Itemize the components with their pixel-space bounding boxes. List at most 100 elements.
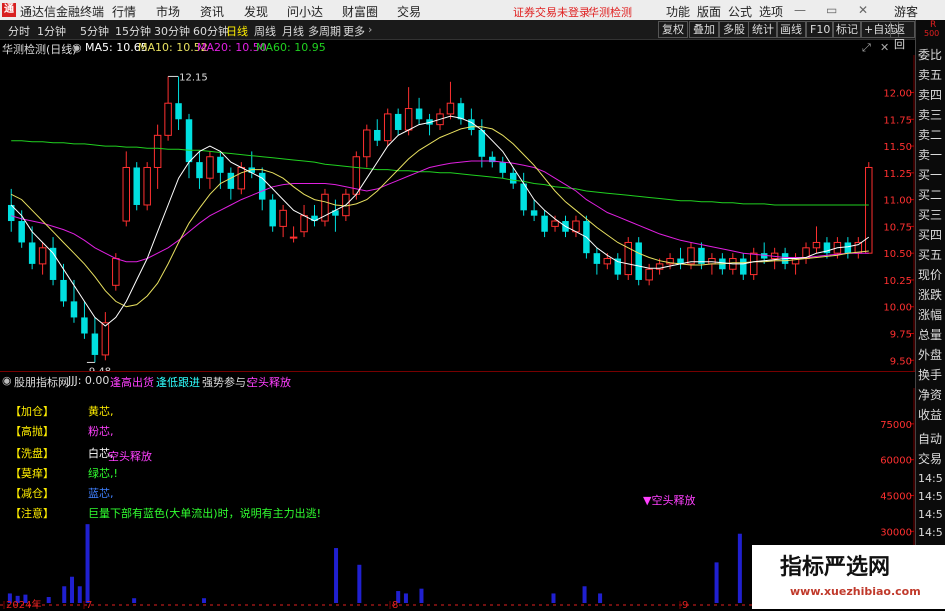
candle-body-down (394, 113, 402, 130)
rpanel-time-2: 14:5 (918, 508, 943, 521)
menu-item-market-center[interactable]: 市场 (156, 3, 180, 20)
volume-bar (737, 533, 742, 603)
panel-close-icon[interactable]: ✕ (880, 41, 889, 54)
candle-body-up (164, 102, 172, 136)
menu-item-function[interactable]: 功能 (666, 3, 690, 20)
price-tick-label: 10.75 (883, 222, 912, 233)
volume-bar (85, 524, 90, 603)
candle-body-up (237, 166, 246, 190)
menu-item-trade[interactable]: 交易 (397, 3, 421, 20)
rpanel-label-6: 买一 (918, 168, 943, 182)
period-30min[interactable]: 30分钟 (154, 23, 190, 39)
chevron-right-icon[interactable]: › (368, 23, 372, 36)
watermark-banner: 指标严选网 www.xuezhibiao.com (752, 545, 945, 609)
period-more[interactable]: 更多 (343, 23, 365, 39)
price-tick-label: 12.00 (883, 88, 912, 99)
candle-body-down (457, 103, 465, 120)
rpanel-label-1: 卖五 (918, 68, 943, 82)
volume-tick-label: 45000 (880, 492, 912, 503)
rpanel-time-0: 14:5 (918, 472, 943, 485)
menu-item-community[interactable]: 财富圈 (342, 3, 378, 20)
rpanel-label-20[interactable]: 交易 (918, 450, 942, 467)
expand-icon[interactable]: ⤢ (862, 41, 871, 55)
indicator-header: ◉ 股朋指标网 JJJ: 0.00 逢高出货 逢低跟进 强势参与: 空头释放 (0, 371, 915, 389)
menu-item-formula[interactable]: 公式 (728, 3, 752, 20)
candle-body-down (91, 333, 99, 355)
candle-body-up (812, 241, 821, 249)
price-tick-label: 11.75 (883, 115, 912, 126)
price-tick-label: 11.00 (883, 196, 912, 207)
candle-body-up (749, 252, 758, 276)
period-weekly[interactable]: 周线 (254, 23, 276, 39)
rpanel-label-5: 卖一 (918, 148, 943, 162)
multi-stock-button[interactable]: 多股 (719, 21, 749, 38)
menu-item-discover[interactable]: 发现 (244, 3, 268, 20)
login-notice[interactable]: 证券交易未登录 (513, 4, 590, 20)
menu-item-market[interactable]: 行情 (112, 3, 136, 20)
high-marker-label: 12.15 (179, 72, 208, 83)
candle-body-down (415, 108, 423, 120)
draw-button[interactable]: 画线 (776, 21, 806, 38)
user-label[interactable]: 游客 (894, 3, 918, 20)
date-label: 2024年 (6, 598, 41, 609)
volume-bar (62, 586, 67, 603)
close-icon[interactable]: ✕ (858, 3, 868, 17)
period-60min[interactable]: 60分钟 (193, 23, 229, 39)
rpanel-label-16: 换手 (918, 368, 943, 382)
candle-body-up (551, 220, 559, 227)
volume-bar (419, 588, 424, 603)
date-label: 7 (86, 600, 92, 609)
menu-item-news[interactable]: 资讯 (200, 3, 224, 20)
restore-icon[interactable]: ▭ (826, 3, 837, 17)
price-tick-label: 11.25 (883, 169, 912, 180)
menu-item-layout[interactable]: 版面 (697, 3, 721, 20)
menu-item-ask[interactable]: 问小达 (287, 3, 323, 20)
overlay-button[interactable]: 叠加 (689, 21, 719, 38)
back-button[interactable]: 返回 (890, 21, 915, 51)
candle-body-down (227, 172, 235, 189)
rpanel-label-7: 买二 (918, 188, 943, 202)
stats-button[interactable]: 统计 (748, 21, 778, 38)
price-tick-label: 10.25 (883, 276, 912, 287)
volume-bar (334, 548, 339, 603)
price-tick-label: 11.50 (883, 142, 912, 153)
rpanel-label-8: 买三 (918, 208, 943, 222)
ma60-label: MA60: 10.95 (256, 41, 326, 54)
candle-body-up (383, 113, 392, 142)
minimize-icon[interactable]: — (794, 3, 806, 17)
rpanel-label-13: 涨幅 (918, 308, 943, 322)
period-5min[interactable]: 5分钟 (80, 23, 109, 39)
candle-body-down (133, 167, 140, 205)
volume-bar (403, 593, 408, 603)
indicator-settings-icon[interactable]: ◉ (2, 374, 12, 387)
candle-body-up (603, 258, 612, 265)
quote-side-panel: R 500 委比 卖五 卖四 卖三 卖二 卖一 买一 买二 买三 买四 买五 现价 涨跌 涨幅 总量 外盘 换手… (915, 20, 945, 611)
period-multi[interactable]: 多周期 (308, 23, 341, 39)
rpanel-label-19[interactable]: 自动 (918, 430, 942, 447)
settings-dot-icon[interactable]: ◉ (72, 41, 82, 54)
menu-item-options[interactable]: 选项 (759, 3, 783, 20)
candle-body-up (289, 236, 298, 239)
rpanel-label-14: 总量 (918, 328, 943, 342)
indicator-jjj: JJJ: 0.00 (68, 374, 110, 387)
candle-body-up (122, 166, 131, 222)
candle-body-up (446, 102, 455, 115)
f10-button[interactable]: F10 (806, 21, 835, 38)
candle-body-up (865, 166, 873, 254)
rpanel-time-1: 14:5 (918, 490, 943, 503)
period-15min[interactable]: 15分钟 (115, 23, 151, 39)
volume-bar (582, 586, 587, 603)
candlestick-chart[interactable]: 12.00 11.75 11.50 11.25 11.00 10.75 10.50 10.25… (0, 55, 915, 371)
period-monthly[interactable]: 月线 (282, 23, 304, 39)
period-tick[interactable]: 分时 (8, 23, 30, 39)
adjust-button[interactable]: 复权 (658, 21, 688, 38)
period-toolbar: 分时 1分钟 5分钟 15分钟 30分钟 60分钟 日线 周线 月线 多周期 更… (0, 20, 915, 51)
candle-body-down (175, 103, 182, 120)
candle-body-down (374, 129, 381, 141)
candle-body-down (844, 242, 852, 254)
mark-button[interactable]: 标记 (832, 21, 862, 38)
period-1min[interactable]: 1分钟 (37, 23, 66, 39)
period-daily[interactable]: 日线 (226, 23, 248, 39)
candle-body-up (101, 322, 110, 356)
rpanel-label-10: 买五 (918, 248, 943, 262)
